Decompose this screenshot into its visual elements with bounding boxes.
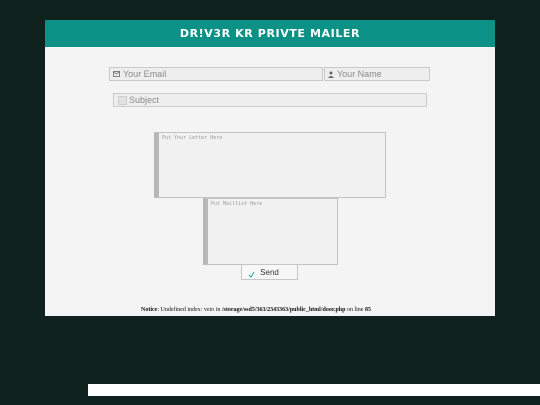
bottom-bar <box>88 384 540 396</box>
notice-text: : Undefined index: veio in <box>157 307 222 313</box>
mailer-header: DR!V3R KR PRIVTE MAILER <box>45 20 495 47</box>
name-placeholder: Your Name <box>337 69 382 79</box>
subject-placeholder: Subject <box>129 95 160 105</box>
subject-field[interactable]: Subject <box>113 93 427 107</box>
send-button[interactable]: Send <box>241 264 298 280</box>
notice-line-text: on line <box>345 307 365 313</box>
notice-path: /storage/ssd5/363/2343363/public_html/do… <box>221 307 346 313</box>
loading-icon <box>248 271 255 280</box>
mailer-panel: DR!V3R KR PRIVTE MAILER Your Email Your … <box>45 20 495 316</box>
email-field[interactable]: Your Email <box>109 67 323 81</box>
mailer-title: DR!V3R KR PRIVTE MAILER <box>179 27 361 40</box>
notice-label: Notice <box>141 307 158 313</box>
letter-placeholder: Put Your Letter Here <box>162 135 223 141</box>
notice-line-number: 85 <box>364 307 371 313</box>
subject-icon <box>118 95 127 105</box>
envelope-icon <box>113 71 120 77</box>
maillist-textarea[interactable]: Put Maillist Here <box>203 198 338 265</box>
name-field[interactable]: Your Name <box>324 67 430 81</box>
maillist-placeholder: Put Maillist Here <box>211 201 263 207</box>
email-placeholder: Your Email <box>123 69 167 79</box>
send-label: Send <box>260 267 279 277</box>
user-icon <box>328 71 334 78</box>
letter-textarea[interactable]: Put Your Letter Here <box>154 132 386 198</box>
php-notice: Notice: Undefined index: veio in /storag… <box>141 307 371 313</box>
